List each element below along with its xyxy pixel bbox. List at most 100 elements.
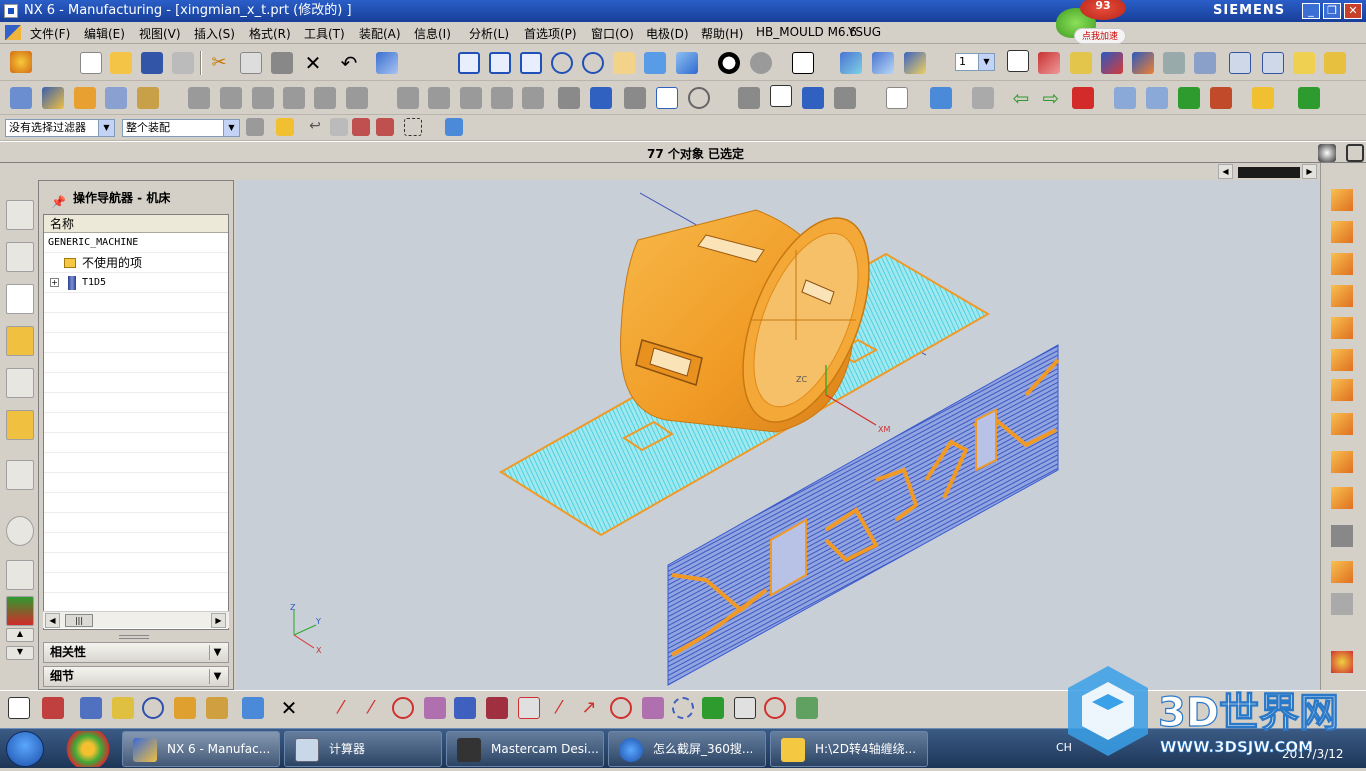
revolve-icon[interactable] xyxy=(1331,253,1353,275)
grid-icon[interactable] xyxy=(486,697,508,719)
blank-cube-icon[interactable] xyxy=(242,697,264,719)
menu-information[interactable]: 信息(I) xyxy=(414,25,451,42)
sheet-icon[interactable] xyxy=(886,87,908,109)
menu-edit[interactable]: 编辑(E) xyxy=(84,25,125,42)
fullscreen-icon[interactable] xyxy=(1346,144,1364,162)
highlight-icon[interactable] xyxy=(1178,87,1200,109)
minimize-button[interactable]: _ xyxy=(1302,3,1320,19)
nx-menu-icon[interactable] xyxy=(5,25,21,40)
model-scene[interactable]: ZC XM Z Y X xyxy=(236,180,1320,690)
menu-preferences[interactable]: 首选项(P) xyxy=(524,25,577,42)
selection-scope-select[interactable]: 整个装配 ▼ xyxy=(122,119,240,137)
verify-icon[interactable] xyxy=(1194,52,1216,74)
task-calculator[interactable]: 计算器 xyxy=(284,731,442,767)
fixture-icon[interactable] xyxy=(206,697,228,719)
pattern-icon[interactable] xyxy=(672,697,694,719)
wcs-origin-icon[interactable] xyxy=(872,52,894,74)
program-icon[interactable] xyxy=(1132,52,1154,74)
task-mastercam[interactable]: Mastercam Desi... xyxy=(446,731,604,767)
edge-select-icon[interactable] xyxy=(376,118,394,136)
expand-icon[interactable]: + xyxy=(50,278,59,287)
system-materials-tab[interactable] xyxy=(6,560,34,590)
segment-icon[interactable]: ⁄ xyxy=(360,697,382,719)
cut-icon[interactable]: ✂ xyxy=(208,52,230,74)
create-operation-icon[interactable] xyxy=(137,87,159,109)
pan-icon[interactable] xyxy=(613,52,635,74)
wcs-rotate-icon[interactable] xyxy=(904,52,926,74)
post-icon[interactable] xyxy=(346,87,368,109)
tree-row-machine[interactable]: GENERIC_MACHINE xyxy=(44,233,228,253)
web-browser-tab[interactable] xyxy=(6,460,34,490)
graphics-window[interactable]: ZC XM Z Y X xyxy=(236,180,1320,690)
scroll-right-button[interactable]: ▶ xyxy=(211,613,226,628)
menu-assembly[interactable]: 装配(A) xyxy=(359,25,401,42)
feed-icon[interactable] xyxy=(522,87,544,109)
menu-ysug[interactable]: YSUG xyxy=(848,25,881,39)
spline-icon[interactable] xyxy=(642,697,664,719)
rotate-curve-icon[interactable] xyxy=(764,697,786,719)
trim-body-icon[interactable] xyxy=(1331,525,1353,547)
arc-icon[interactable] xyxy=(392,697,414,719)
scroll-left-button[interactable]: ◀ xyxy=(45,613,60,628)
horizontal-scrollbar[interactable]: ◀ ||| ▶ xyxy=(43,611,229,628)
replay-path-icon[interactable] xyxy=(220,87,242,109)
command-finder-icon[interactable] xyxy=(376,52,398,74)
forward-arrow-icon[interactable]: ⇨ xyxy=(1040,87,1062,109)
graphics-scroll-thumb[interactable] xyxy=(1238,167,1300,178)
return-icon[interactable]: ↩ xyxy=(306,118,324,136)
orient-view-icon[interactable] xyxy=(676,52,698,74)
line-icon[interactable]: ⁄ xyxy=(330,697,352,719)
pin-icon[interactable]: 📌 xyxy=(51,191,66,209)
scroll-thumb[interactable]: ||| xyxy=(65,614,93,627)
circle-center-icon[interactable] xyxy=(610,697,632,719)
tool-holder-icon[interactable] xyxy=(174,697,196,719)
machine-tool-view-icon[interactable] xyxy=(770,85,792,107)
offset-curve-icon[interactable]: ⁄ xyxy=(548,697,570,719)
block-icon[interactable] xyxy=(1331,189,1353,211)
rotate-icon[interactable] xyxy=(582,52,604,74)
snap-point-icon[interactable] xyxy=(1007,50,1029,72)
windows-start-button[interactable] xyxy=(6,731,44,767)
rectangle-select-icon[interactable] xyxy=(404,118,422,136)
delete-object-icon[interactable]: ✕ xyxy=(278,697,300,719)
body-select-icon[interactable] xyxy=(330,118,348,136)
machine-control-icon[interactable] xyxy=(558,87,580,109)
geometry-icon[interactable] xyxy=(1038,52,1060,74)
scroll-down-button[interactable]: ▼ xyxy=(6,646,34,660)
lock-path-icon[interactable] xyxy=(491,87,513,109)
fillet-icon[interactable] xyxy=(424,697,446,719)
simulate-icon[interactable] xyxy=(314,87,336,109)
intersect-icon[interactable] xyxy=(1331,487,1353,509)
operation-navigator-tab[interactable] xyxy=(6,284,34,314)
curve-icon[interactable] xyxy=(8,697,30,719)
tree-row-unused[interactable]: 不使用的项 xyxy=(44,253,228,273)
color-cube-icon[interactable] xyxy=(1072,87,1094,109)
back-arrow-icon[interactable]: ⇦ xyxy=(1010,87,1032,109)
assembly-navigator-tab[interactable] xyxy=(6,200,34,230)
delete-path-icon[interactable] xyxy=(460,87,482,109)
face-select-icon[interactable] xyxy=(352,118,370,136)
constraint-navigator-tab[interactable] xyxy=(6,242,34,272)
maximize-button[interactable]: ❐ xyxy=(1323,3,1341,19)
list-path-icon[interactable] xyxy=(252,87,274,109)
postprocess-icon[interactable] xyxy=(1229,52,1251,74)
zoom-icon[interactable] xyxy=(520,52,542,74)
rect-array-icon[interactable] xyxy=(454,697,476,719)
open-folder-icon[interactable] xyxy=(110,52,132,74)
shell-icon[interactable] xyxy=(1331,593,1353,615)
unite-icon[interactable] xyxy=(1331,413,1353,435)
menu-insert[interactable]: 插入(S) xyxy=(194,25,235,42)
select-all-icon[interactable] xyxy=(246,118,264,136)
cone-icon[interactable] xyxy=(1331,317,1353,339)
menu-format[interactable]: 格式(R) xyxy=(249,25,291,42)
edge-style-icon[interactable] xyxy=(750,52,772,74)
ruler-icon[interactable] xyxy=(1324,52,1346,74)
cube-select-icon[interactable] xyxy=(445,118,463,136)
machine-tool-icon[interactable] xyxy=(1070,52,1092,74)
clip-icon[interactable] xyxy=(1146,87,1168,109)
magnify-icon[interactable] xyxy=(551,52,573,74)
save-icon[interactable] xyxy=(141,52,163,74)
menu-file[interactable]: 文件(F) xyxy=(30,25,70,42)
render-style-icon[interactable] xyxy=(718,52,740,74)
task-explorer[interactable]: H:\2D转4轴缠绕... xyxy=(770,731,928,767)
